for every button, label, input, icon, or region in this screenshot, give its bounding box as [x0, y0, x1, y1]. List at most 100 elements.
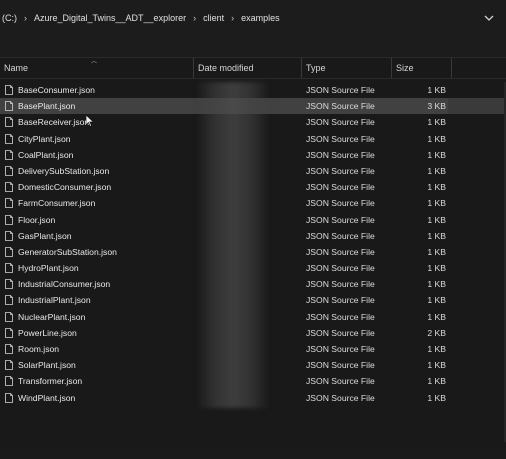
- file-size: 1 KB: [427, 165, 446, 176]
- file-size: 1 KB: [427, 295, 446, 306]
- file-type: JSON Source File: [306, 263, 375, 274]
- file-type: JSON Source File: [306, 327, 375, 338]
- json-file-icon: [5, 295, 13, 306]
- file-size: 1 KB: [427, 360, 446, 371]
- file-name: DeliverySubStation.json: [18, 165, 110, 176]
- file-name: BasePlant.json: [18, 101, 76, 112]
- file-type: JSON Source File: [306, 246, 375, 257]
- json-file-icon: [5, 263, 13, 273]
- file-type: JSON Source File: [306, 230, 375, 241]
- file-name: FarmConsumer.json: [18, 198, 96, 209]
- file-size: 2 KB: [427, 327, 446, 338]
- file-type: JSON Source File: [306, 85, 375, 95]
- json-file-icon: [5, 198, 13, 209]
- file-size: 3 KB: [427, 101, 446, 112]
- file-name: HydroPlant.json: [18, 263, 79, 274]
- file-size: 1 KB: [427, 230, 446, 241]
- file-type: JSON Source File: [306, 279, 375, 290]
- json-file-icon: [5, 166, 13, 176]
- json-file-icon: [5, 149, 13, 160]
- file-name: PowerLine.json: [18, 327, 77, 338]
- file-size: 1 KB: [427, 149, 446, 160]
- column-divider[interactable]: [301, 58, 302, 78]
- file-type: JSON Source File: [306, 117, 375, 128]
- toolbar-band: [0, 36, 506, 58]
- address-bar: (C:) › Azure_Digital_Twins__ADT__explore…: [0, 0, 506, 36]
- json-file-icon: [5, 117, 13, 128]
- file-size: 1 KB: [427, 117, 446, 128]
- file-type: JSON Source File: [306, 376, 375, 387]
- file-name: SolarPlant.json: [18, 360, 76, 371]
- file-size: 1 KB: [427, 263, 446, 274]
- breadcrumb-separator-icon: ›: [193, 13, 197, 23]
- breadcrumb-folder-examples[interactable]: examples: [239, 13, 282, 23]
- file-size: 1 KB: [427, 198, 446, 209]
- file-type: JSON Source File: [306, 360, 375, 371]
- file-size: 1 KB: [427, 392, 446, 403]
- file-size: 1 KB: [427, 279, 446, 290]
- sort-ascending-icon: ︿: [91, 59, 98, 65]
- column-header-size[interactable]: Size: [396, 58, 414, 78]
- file-name: CityPlant.json: [18, 133, 71, 144]
- file-name: CoalPlant.json: [18, 149, 74, 160]
- file-type: JSON Source File: [306, 344, 375, 354]
- json-file-icon: [5, 246, 13, 257]
- json-file-icon: [5, 101, 13, 112]
- json-file-icon: [5, 133, 13, 144]
- breadcrumb-separator-icon: ›: [231, 13, 235, 23]
- file-size: 1 KB: [427, 311, 446, 322]
- file-type: JSON Source File: [306, 392, 375, 403]
- json-file-icon: [5, 392, 13, 403]
- file-name: BaseReceiver.json: [18, 117, 90, 128]
- json-file-icon: [5, 279, 13, 290]
- json-file-icon: [5, 85, 13, 95]
- file-name: GasPlant.json: [18, 230, 72, 241]
- json-file-icon: [5, 214, 13, 225]
- file-size: 1 KB: [427, 344, 446, 354]
- file-name: IndustrialConsumer.json: [18, 279, 111, 290]
- file-size: 1 KB: [427, 376, 446, 387]
- breadcrumb-separator-icon: ›: [24, 13, 27, 23]
- json-file-icon: [5, 311, 13, 322]
- file-name: NuclearPlant.json: [18, 311, 86, 322]
- file-name: IndustrialPlant.json: [18, 295, 91, 306]
- file-type: JSON Source File: [306, 182, 375, 193]
- file-name: Transformer.json: [18, 376, 83, 387]
- column-header-name[interactable]: Name: [4, 58, 28, 78]
- file-size: 1 KB: [427, 85, 446, 95]
- file-type: JSON Source File: [306, 214, 375, 225]
- file-type: JSON Source File: [306, 149, 375, 160]
- column-header-type[interactable]: Type: [306, 58, 326, 78]
- file-name: Floor.json: [18, 214, 56, 225]
- status-bar: [0, 448, 506, 459]
- json-file-icon: [5, 230, 13, 241]
- json-file-icon: [5, 360, 13, 371]
- breadcrumb-folder-adt-explorer[interactable]: Azure_Digital_Twins__ADT__explorer: [32, 13, 188, 23]
- file-name: DomesticConsumer.json: [18, 182, 112, 193]
- chevron-down-icon[interactable]: [483, 12, 495, 24]
- json-file-icon: [5, 344, 13, 354]
- file-type: JSON Source File: [306, 165, 375, 176]
- column-divider[interactable]: [451, 58, 452, 78]
- mouse-pointer-icon: [86, 115, 94, 127]
- file-type: JSON Source File: [306, 311, 375, 322]
- file-type: JSON Source File: [306, 101, 375, 112]
- file-type: JSON Source File: [306, 198, 375, 209]
- breadcrumb: (C:) › Azure_Digital_Twins__ADT__explore…: [0, 11, 282, 25]
- breadcrumb-drive[interactable]: (C:): [0, 13, 19, 23]
- json-file-icon: [5, 182, 13, 193]
- breadcrumb-folder-client[interactable]: client: [201, 13, 226, 23]
- column-divider[interactable]: [193, 58, 194, 78]
- redacted-date-column: [196, 82, 270, 408]
- json-file-icon: [5, 376, 13, 387]
- column-header-date-modified[interactable]: Date modified: [198, 58, 254, 78]
- column-divider[interactable]: [391, 58, 392, 78]
- file-name: Room.json: [18, 344, 60, 354]
- header-divider: [0, 78, 506, 79]
- column-header-row: ︿ Name Date modified Type Size: [0, 58, 506, 78]
- file-name: BaseConsumer.json: [18, 85, 95, 95]
- file-type: JSON Source File: [306, 133, 375, 144]
- file-size: 1 KB: [427, 246, 446, 257]
- file-size: 1 KB: [427, 182, 446, 193]
- json-file-icon: [5, 327, 13, 338]
